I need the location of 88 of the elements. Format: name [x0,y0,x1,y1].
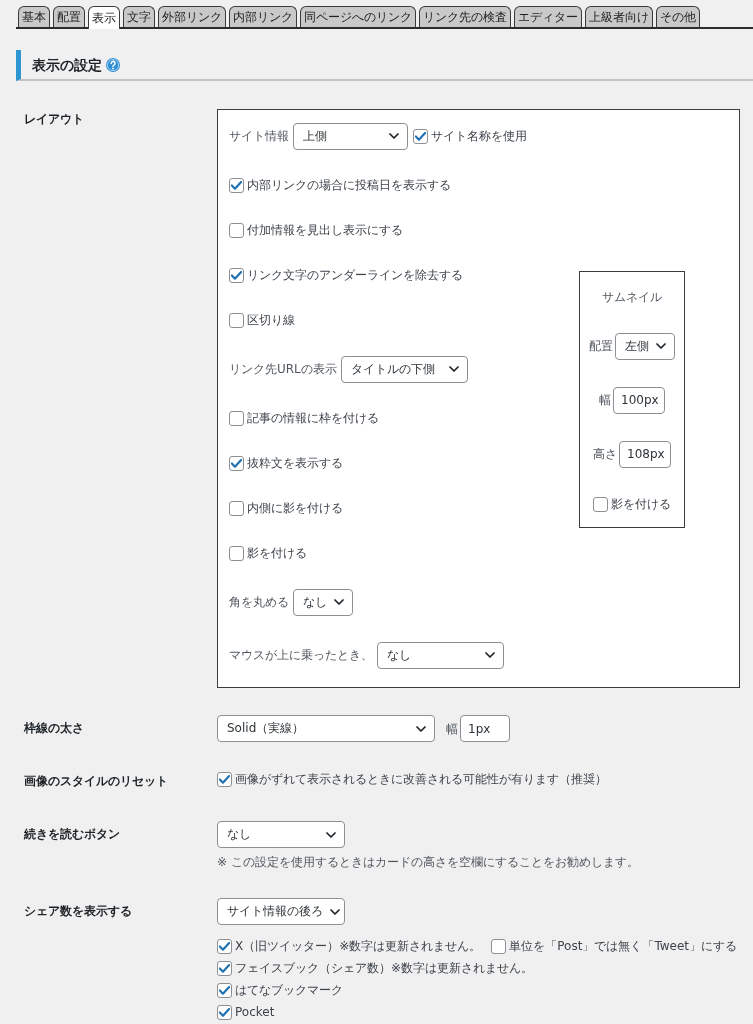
checkbox-label: 画像がずれて表示されるときに改善される可能性が有ります（推奨） [235,771,607,788]
dropdown[interactable]: タイトルの下側 [340,355,468,383]
checkbox[interactable] [217,771,232,787]
checkmark-icon [231,180,242,190]
checkbox-label: サイト名称を使用 [431,128,527,145]
tab[interactable]: 上級者向け [585,6,653,27]
field-label: サイト情報 [229,128,289,145]
tab[interactable]: リンク先の検査 [419,6,511,27]
checkbox[interactable] [491,938,507,954]
tab[interactable]: 文字 [123,6,155,27]
text-input[interactable]: 100px [613,386,665,414]
checkmark-icon [231,270,242,280]
field-label: 枠線の太さ [24,720,84,737]
checkbox[interactable] [229,312,244,328]
checkbox-label: 記事の情報に枠を付ける [247,410,379,427]
note-text: ※ この設定を使用するときはカードの高さを空欄にすることをお勧めします。 [217,854,639,871]
dropdown[interactable]: 上側 [293,122,408,150]
checkbox[interactable] [217,982,232,998]
checkbox-label: 影を付ける [611,496,671,513]
tab[interactable]: 配置 [53,6,85,27]
field-label: リンク先URLの表示 [229,361,337,378]
checkbox-label: フェイスブック（シェア数）※数字は更新されません。 [235,960,534,977]
chevron-down-icon [330,908,340,915]
checkbox-label: 内側に影を付ける [247,500,343,517]
checkbox-label: X（旧ツイッター）※数字は更新されません。 [235,938,482,955]
chevron-down-icon [416,725,426,732]
field-label: レイアウト [24,111,84,128]
checkbox-label: 抜粋文を表示する [247,455,343,472]
field-label: 角を丸める [229,594,289,611]
checkbox-label: 区切り線 [247,312,295,329]
checkbox-label: 付加情報を見出し表示にする [247,222,403,239]
dropdown[interactable]: 左側 [615,332,675,360]
checkmark-icon [219,1007,230,1017]
field-label: シェア数を表示する [24,903,132,920]
checkbox-label: リンク文字のアンダーラインを除去する [247,267,463,284]
field-label: 幅 [446,720,458,738]
checkbox[interactable] [229,177,244,193]
field-label: 画像のスタイルのリセット [24,773,168,790]
dropdown[interactable]: なし [293,588,353,616]
tab[interactable]: 表示 [88,6,120,29]
checkbox-label: はてなブックマーク [235,982,343,999]
checkbox[interactable] [217,938,232,954]
checkmark-icon [219,941,230,951]
checkbox-label: Pocket [235,1004,275,1021]
dropdown[interactable]: なし [377,641,504,669]
checkmark-icon [219,774,230,784]
help-icon [106,57,120,72]
tab[interactable]: その他 [656,6,700,27]
checkbox[interactable] [229,222,244,238]
checkbox[interactable] [229,455,244,471]
field-label: 配置 [589,338,613,355]
field-label: 幅 [599,392,611,409]
checkbox[interactable] [413,128,428,144]
checkbox[interactable] [229,410,244,426]
section-title: 表示の設定 [32,55,102,75]
tab[interactable]: 同ページへのリンク [300,6,416,27]
checkbox[interactable] [229,545,244,561]
dropdown[interactable]: Solid（実線） [217,715,435,742]
dropdown[interactable]: サイト情報の後ろ [217,898,345,925]
chevron-down-icon [485,652,495,658]
checkbox[interactable] [217,960,232,976]
checkbox[interactable] [229,500,244,516]
checkbox-label: 単位を「Post」では無く「Tweet」にする [509,938,738,955]
field-label: マウスが上に乗ったとき、 [229,647,373,664]
checkbox-label: 影を付ける [247,545,307,562]
checkmark-icon [219,963,230,973]
text-input[interactable]: 108px [619,440,671,468]
checkmark-icon [415,131,426,141]
field-label: 続きを読むボタン [24,826,120,843]
chevron-down-icon [448,366,459,372]
checkbox[interactable] [217,1004,232,1020]
chevron-down-icon [656,343,666,349]
tab[interactable]: 外部リンク [158,6,226,27]
checkbox[interactable] [229,267,244,283]
dropdown[interactable]: なし [217,821,345,848]
checkbox-label: 内部リンクの場合に投稿日を表示する [247,177,451,194]
tab[interactable]: 基本 [18,6,50,27]
field-label: 高さ [593,446,617,463]
checkbox[interactable] [593,496,608,512]
tab[interactable]: エディター [514,6,582,27]
checkmark-icon [231,458,242,468]
tab[interactable]: 内部リンク [229,6,297,27]
checkmark-icon [219,985,230,995]
chevron-down-icon [389,133,399,139]
panel-title: サムネイル [602,289,662,306]
chevron-down-icon [326,831,336,838]
chevron-down-icon [334,599,344,605]
text-input[interactable]: 1px [460,715,510,742]
